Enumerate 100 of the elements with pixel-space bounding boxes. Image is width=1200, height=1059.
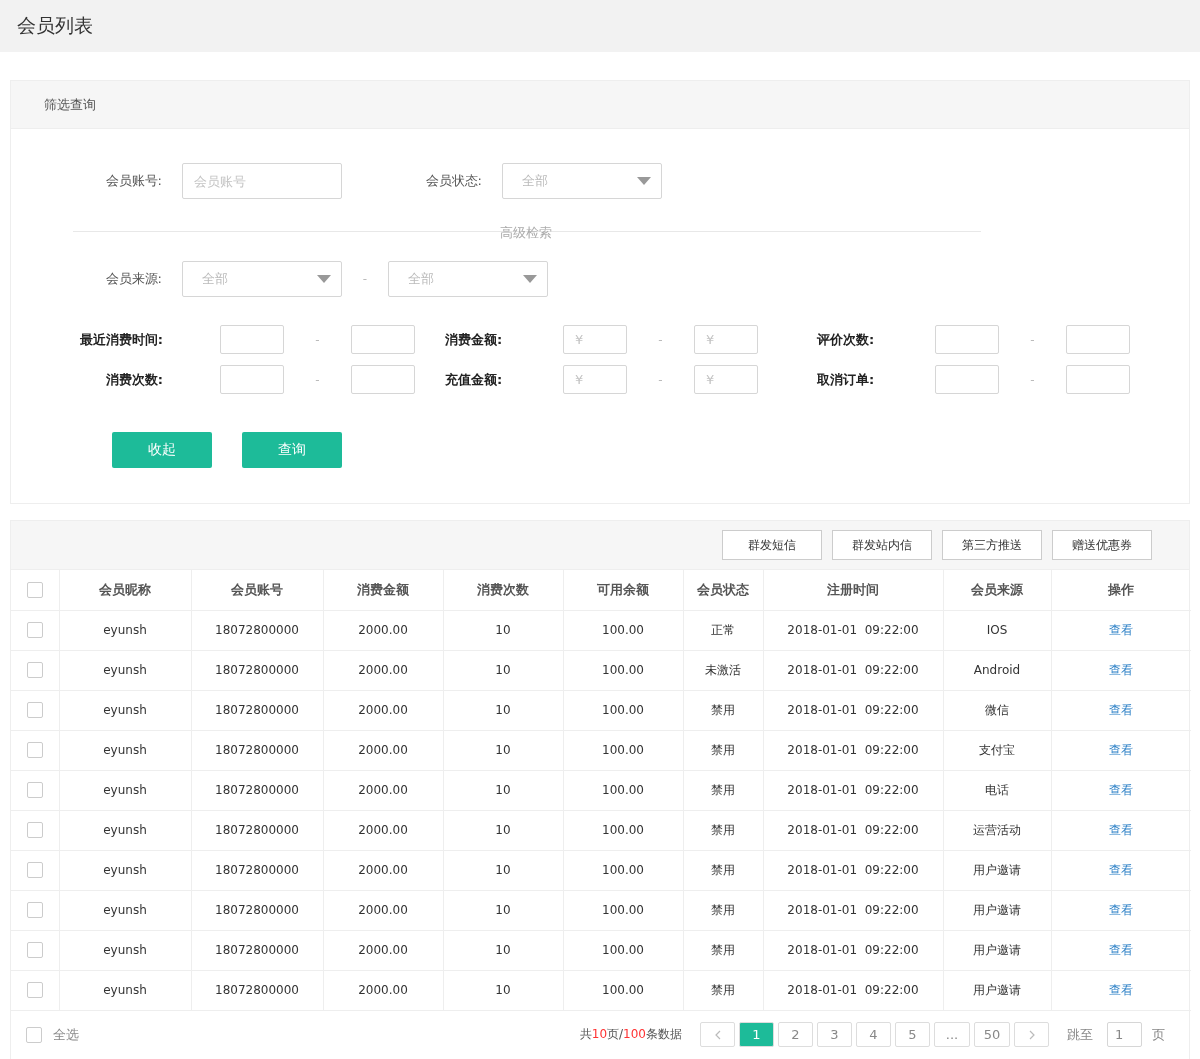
checkbox[interactable] — [26, 582, 43, 598]
column-header: 操作 — [1051, 570, 1191, 610]
table-cell: 正常 — [683, 610, 763, 650]
checkbox[interactable] — [26, 782, 43, 798]
checkbox[interactable] — [26, 622, 43, 638]
view-link[interactable]: 查看 — [1109, 622, 1134, 637]
range-field[interactable] — [1066, 325, 1130, 354]
column-header: 可用余额 — [563, 570, 683, 610]
page-button[interactable]: 5 — [895, 1022, 930, 1047]
page-number-field[interactable]: 1 — [1107, 1022, 1142, 1047]
table-cell: 10 — [443, 890, 563, 930]
checkbox[interactable] — [26, 742, 43, 758]
next-page-button[interactable] — [1014, 1022, 1049, 1047]
page-button[interactable]: 2 — [778, 1022, 813, 1047]
range-field[interactable] — [220, 325, 284, 354]
table-cell: 微信 — [943, 690, 1051, 730]
table-cell: 18072800000 — [191, 770, 323, 810]
range-field[interactable] — [935, 365, 999, 394]
dash: - — [657, 332, 664, 347]
checkbox[interactable] — [26, 662, 43, 678]
table-cell: eyunsh — [59, 690, 191, 730]
table-cell: 10 — [443, 850, 563, 890]
page-button[interactable]: 4 — [856, 1022, 891, 1047]
range-field[interactable]: ¥ — [563, 365, 627, 394]
range-field[interactable] — [1066, 365, 1130, 394]
checkbox[interactable] — [26, 1026, 42, 1043]
action-button[interactable]: 群发站内信 — [832, 530, 932, 560]
range-field[interactable] — [351, 365, 415, 394]
table-cell: 2000.00 — [323, 810, 443, 850]
checkbox[interactable] — [26, 862, 43, 878]
column-header: 会员来源 — [943, 570, 1051, 610]
range-field[interactable] — [351, 325, 415, 354]
table-cell: 18072800000 — [191, 970, 323, 1010]
table-cell: 2018-01-01 09:22:00 — [763, 890, 943, 930]
dash: - — [314, 332, 321, 347]
action-button[interactable]: 群发短信 — [722, 530, 822, 560]
caret-icon — [523, 275, 537, 283]
dash: - — [1029, 372, 1036, 387]
pagination-summary: 共10页/100条数据 — [579, 1026, 682, 1043]
view-link[interactable]: 查看 — [1109, 662, 1134, 677]
view-link[interactable]: 查看 — [1109, 702, 1134, 717]
page-button[interactable]: 3 — [817, 1022, 852, 1047]
table-cell: 10 — [443, 810, 563, 850]
table-cell: 未激活 — [683, 650, 763, 690]
table-cell: 2000.00 — [323, 770, 443, 810]
table-cell: 禁用 — [683, 810, 763, 850]
table-cell: 18072800000 — [191, 610, 323, 650]
dash: - — [1029, 332, 1036, 347]
field-label: 最近消费时间: — [78, 330, 164, 349]
table-cell: 2000.00 — [323, 690, 443, 730]
table-cell: 10 — [443, 770, 563, 810]
table-cell: 100.00 — [563, 610, 683, 650]
view-link[interactable]: 查看 — [1109, 822, 1134, 837]
table-cell: 2000.00 — [323, 890, 443, 930]
previous-page-button[interactable] — [700, 1022, 735, 1047]
checkbox[interactable] — [26, 822, 43, 838]
checkbox[interactable] — [26, 982, 43, 998]
range-field[interactable]: ¥ — [694, 365, 758, 394]
table-cell: 10 — [443, 610, 563, 650]
collapse-button[interactable]: 收起 — [112, 432, 212, 468]
table-cell: 100.00 — [563, 970, 683, 1010]
page-button[interactable]: 50 — [974, 1022, 1010, 1047]
range-field[interactable] — [220, 365, 284, 394]
table-cell: 2000.00 — [323, 730, 443, 770]
action-button[interactable]: 第三方推送 — [942, 530, 1042, 560]
table-cell: 18072800000 — [191, 810, 323, 850]
page-title: 会员列表 — [17, 13, 93, 38]
table-cell: 2000.00 — [323, 970, 443, 1010]
view-link[interactable]: 查看 — [1109, 902, 1134, 917]
table-cell: 2018-01-01 09:22:00 — [763, 810, 943, 850]
table-cell: 2018-01-01 09:22:00 — [763, 610, 943, 650]
range-field[interactable]: ¥ — [563, 325, 627, 354]
page-button[interactable]: 1 — [739, 1022, 774, 1047]
page-button[interactable]: ... — [934, 1022, 970, 1047]
checkbox[interactable] — [26, 942, 43, 958]
table-cell: 10 — [443, 690, 563, 730]
table-cell: IOS — [943, 610, 1051, 650]
table-cell: 2000.00 — [323, 850, 443, 890]
field-label: 取消订单: — [817, 370, 876, 389]
action-button[interactable]: 赠送优惠券 — [1052, 530, 1152, 560]
view-link[interactable]: 查看 — [1109, 782, 1134, 797]
view-link[interactable]: 查看 — [1109, 862, 1134, 877]
table-cell: 2018-01-01 09:22:00 — [763, 970, 943, 1010]
field-label: 充值金额: — [445, 370, 504, 389]
table-cell: 2018-01-01 09:22:00 — [763, 850, 943, 890]
checkbox[interactable] — [26, 702, 43, 718]
table-cell: Android — [943, 650, 1051, 690]
view-link[interactable]: 查看 — [1109, 942, 1134, 957]
view-link[interactable]: 查看 — [1109, 982, 1134, 997]
dash: - — [361, 272, 369, 286]
view-link[interactable]: 查看 — [1109, 742, 1134, 757]
table-cell: eyunsh — [59, 930, 191, 970]
field-label: 消费金额: — [445, 330, 504, 349]
search-button[interactable]: 查询 — [242, 432, 342, 468]
checkbox[interactable] — [26, 902, 43, 918]
caret-icon — [637, 177, 651, 185]
range-field[interactable] — [935, 325, 999, 354]
table-cell: eyunsh — [59, 730, 191, 770]
table-cell: 100.00 — [563, 690, 683, 730]
range-field[interactable]: ¥ — [694, 325, 758, 354]
